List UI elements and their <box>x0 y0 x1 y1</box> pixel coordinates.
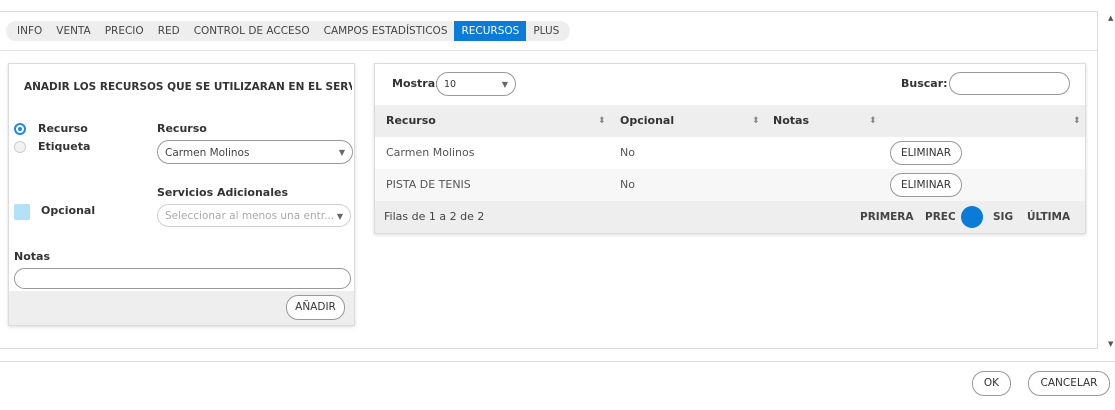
tab-bar: INFO VENTA PRECIO RED CONTROL DE ACCESO … <box>6 21 571 41</box>
tab-campos-estadisticos[interactable]: CAMPOS ESTADÍSTICOS <box>317 21 455 41</box>
optional-checkbox[interactable] <box>14 204 30 220</box>
radio-checked-icon[interactable] <box>14 122 26 135</box>
tab-venta[interactable]: VENTA <box>49 21 97 41</box>
add-button[interactable]: AÑADIR <box>286 295 345 320</box>
add-resource-panel: AÑADIR LOS RECURSOS QUE SE UTILIZARÁN EN… <box>8 63 355 326</box>
table-info: Filas de 1 a 2 de 2 <box>384 210 485 223</box>
cell-optional: No <box>620 178 635 191</box>
sort-icon[interactable]: ⬍ <box>1073 105 1081 137</box>
chevron-down-icon: ▼ <box>338 148 345 157</box>
radio-recurso[interactable]: Recurso <box>14 122 88 135</box>
page-size-select[interactable]: 10 ▼ <box>436 72 516 96</box>
dialog: INFO VENTA PRECIO RED CONTROL DE ACCESO … <box>0 11 1098 349</box>
sort-icon[interactable]: ⬍ <box>752 105 760 137</box>
search-label: Buscar: <box>901 77 948 90</box>
resource-select[interactable]: Carmen Molinos ▼ <box>157 140 353 164</box>
tab-precio[interactable]: PRECIO <box>98 21 151 41</box>
footer-divider <box>0 361 1115 362</box>
show-label: Mostrar <box>392 77 441 90</box>
tabs-divider <box>0 50 1097 51</box>
tab-red[interactable]: RED <box>151 21 187 41</box>
table-row: Carmen Molinos No ELIMINAR <box>375 137 1085 169</box>
panel-title: AÑADIR LOS RECURSOS QUE SE UTILIZARÁN EN… <box>24 81 352 93</box>
table-row: PISTA DE TENIS No ELIMINAR <box>375 169 1085 201</box>
scroll-up-arrow-icon[interactable]: ▲ <box>1108 14 1113 22</box>
tab-control-de-acceso[interactable]: CONTROL DE ACCESO <box>187 21 317 41</box>
notes-input[interactable] <box>14 268 351 289</box>
delete-button[interactable]: ELIMINAR <box>890 173 962 197</box>
radio-etiqueta[interactable]: Etiqueta <box>14 140 90 153</box>
table-header: Recurso ⬍ Opcional ⬍ Notas ⬍ ⬍ <box>375 105 1085 137</box>
optional-label: Opcional <box>41 204 96 217</box>
delete-button[interactable]: ELIMINAR <box>890 141 962 165</box>
resource-label: Recurso <box>157 122 207 135</box>
radio-unchecked-icon[interactable] <box>14 140 26 153</box>
search-input[interactable] <box>949 72 1070 95</box>
tab-info[interactable]: INFO <box>10 21 49 41</box>
panel-footer: AÑADIR <box>9 291 354 325</box>
pager-first-button[interactable]: PRIMERA <box>860 201 914 233</box>
pager-prev-button[interactable]: PREC <box>925 201 956 233</box>
scroll-down-arrow-icon[interactable]: ▼ <box>1108 340 1113 348</box>
resources-table-panel: Mostrar 10 ▼ Buscar: Recurso ⬍ Opcional … <box>374 63 1086 234</box>
tab-recursos[interactable]: RECURSOS <box>454 21 527 41</box>
column-header-opcional[interactable]: Opcional <box>620 105 674 137</box>
pager-last-button[interactable]: ÚLTIMA <box>1027 201 1070 233</box>
pager-current-page[interactable]: 1 <box>961 206 983 228</box>
radio-etiqueta-label: Etiqueta <box>38 140 91 153</box>
extra-services-placeholder: Seleccionar al menos una entr... <box>165 210 335 222</box>
chevron-down-icon: ▼ <box>501 80 508 89</box>
pager-next-button[interactable]: SIG <box>993 201 1013 233</box>
cancel-button[interactable]: CANCELAR <box>1028 371 1110 396</box>
cell-optional: No <box>620 146 635 159</box>
sort-icon[interactable]: ⬍ <box>869 105 877 137</box>
page-size-value: 10 <box>444 79 457 90</box>
resource-select-value: Carmen Molinos <box>165 147 250 159</box>
cell-resource: Carmen Molinos <box>386 146 475 159</box>
pagination-bar: Filas de 1 a 2 de 2 PRIMERA PREC 1 SIG Ú… <box>375 201 1085 233</box>
column-header-recurso[interactable]: Recurso <box>386 105 436 137</box>
column-header-notas[interactable]: Notas <box>773 105 809 137</box>
tab-plus[interactable]: PLUS <box>526 21 566 41</box>
sort-icon[interactable]: ⬍ <box>598 105 606 137</box>
ok-button[interactable]: OK <box>972 371 1011 396</box>
extra-services-label: Servicios Adicionales <box>157 186 289 199</box>
chevron-down-icon: ▼ <box>336 212 343 221</box>
cell-resource: PISTA DE TENIS <box>386 178 471 191</box>
extra-services-select[interactable]: Seleccionar al menos una entr... ▼ <box>157 204 351 227</box>
notes-label: Notas <box>14 250 50 263</box>
radio-recurso-label: Recurso <box>38 122 88 135</box>
